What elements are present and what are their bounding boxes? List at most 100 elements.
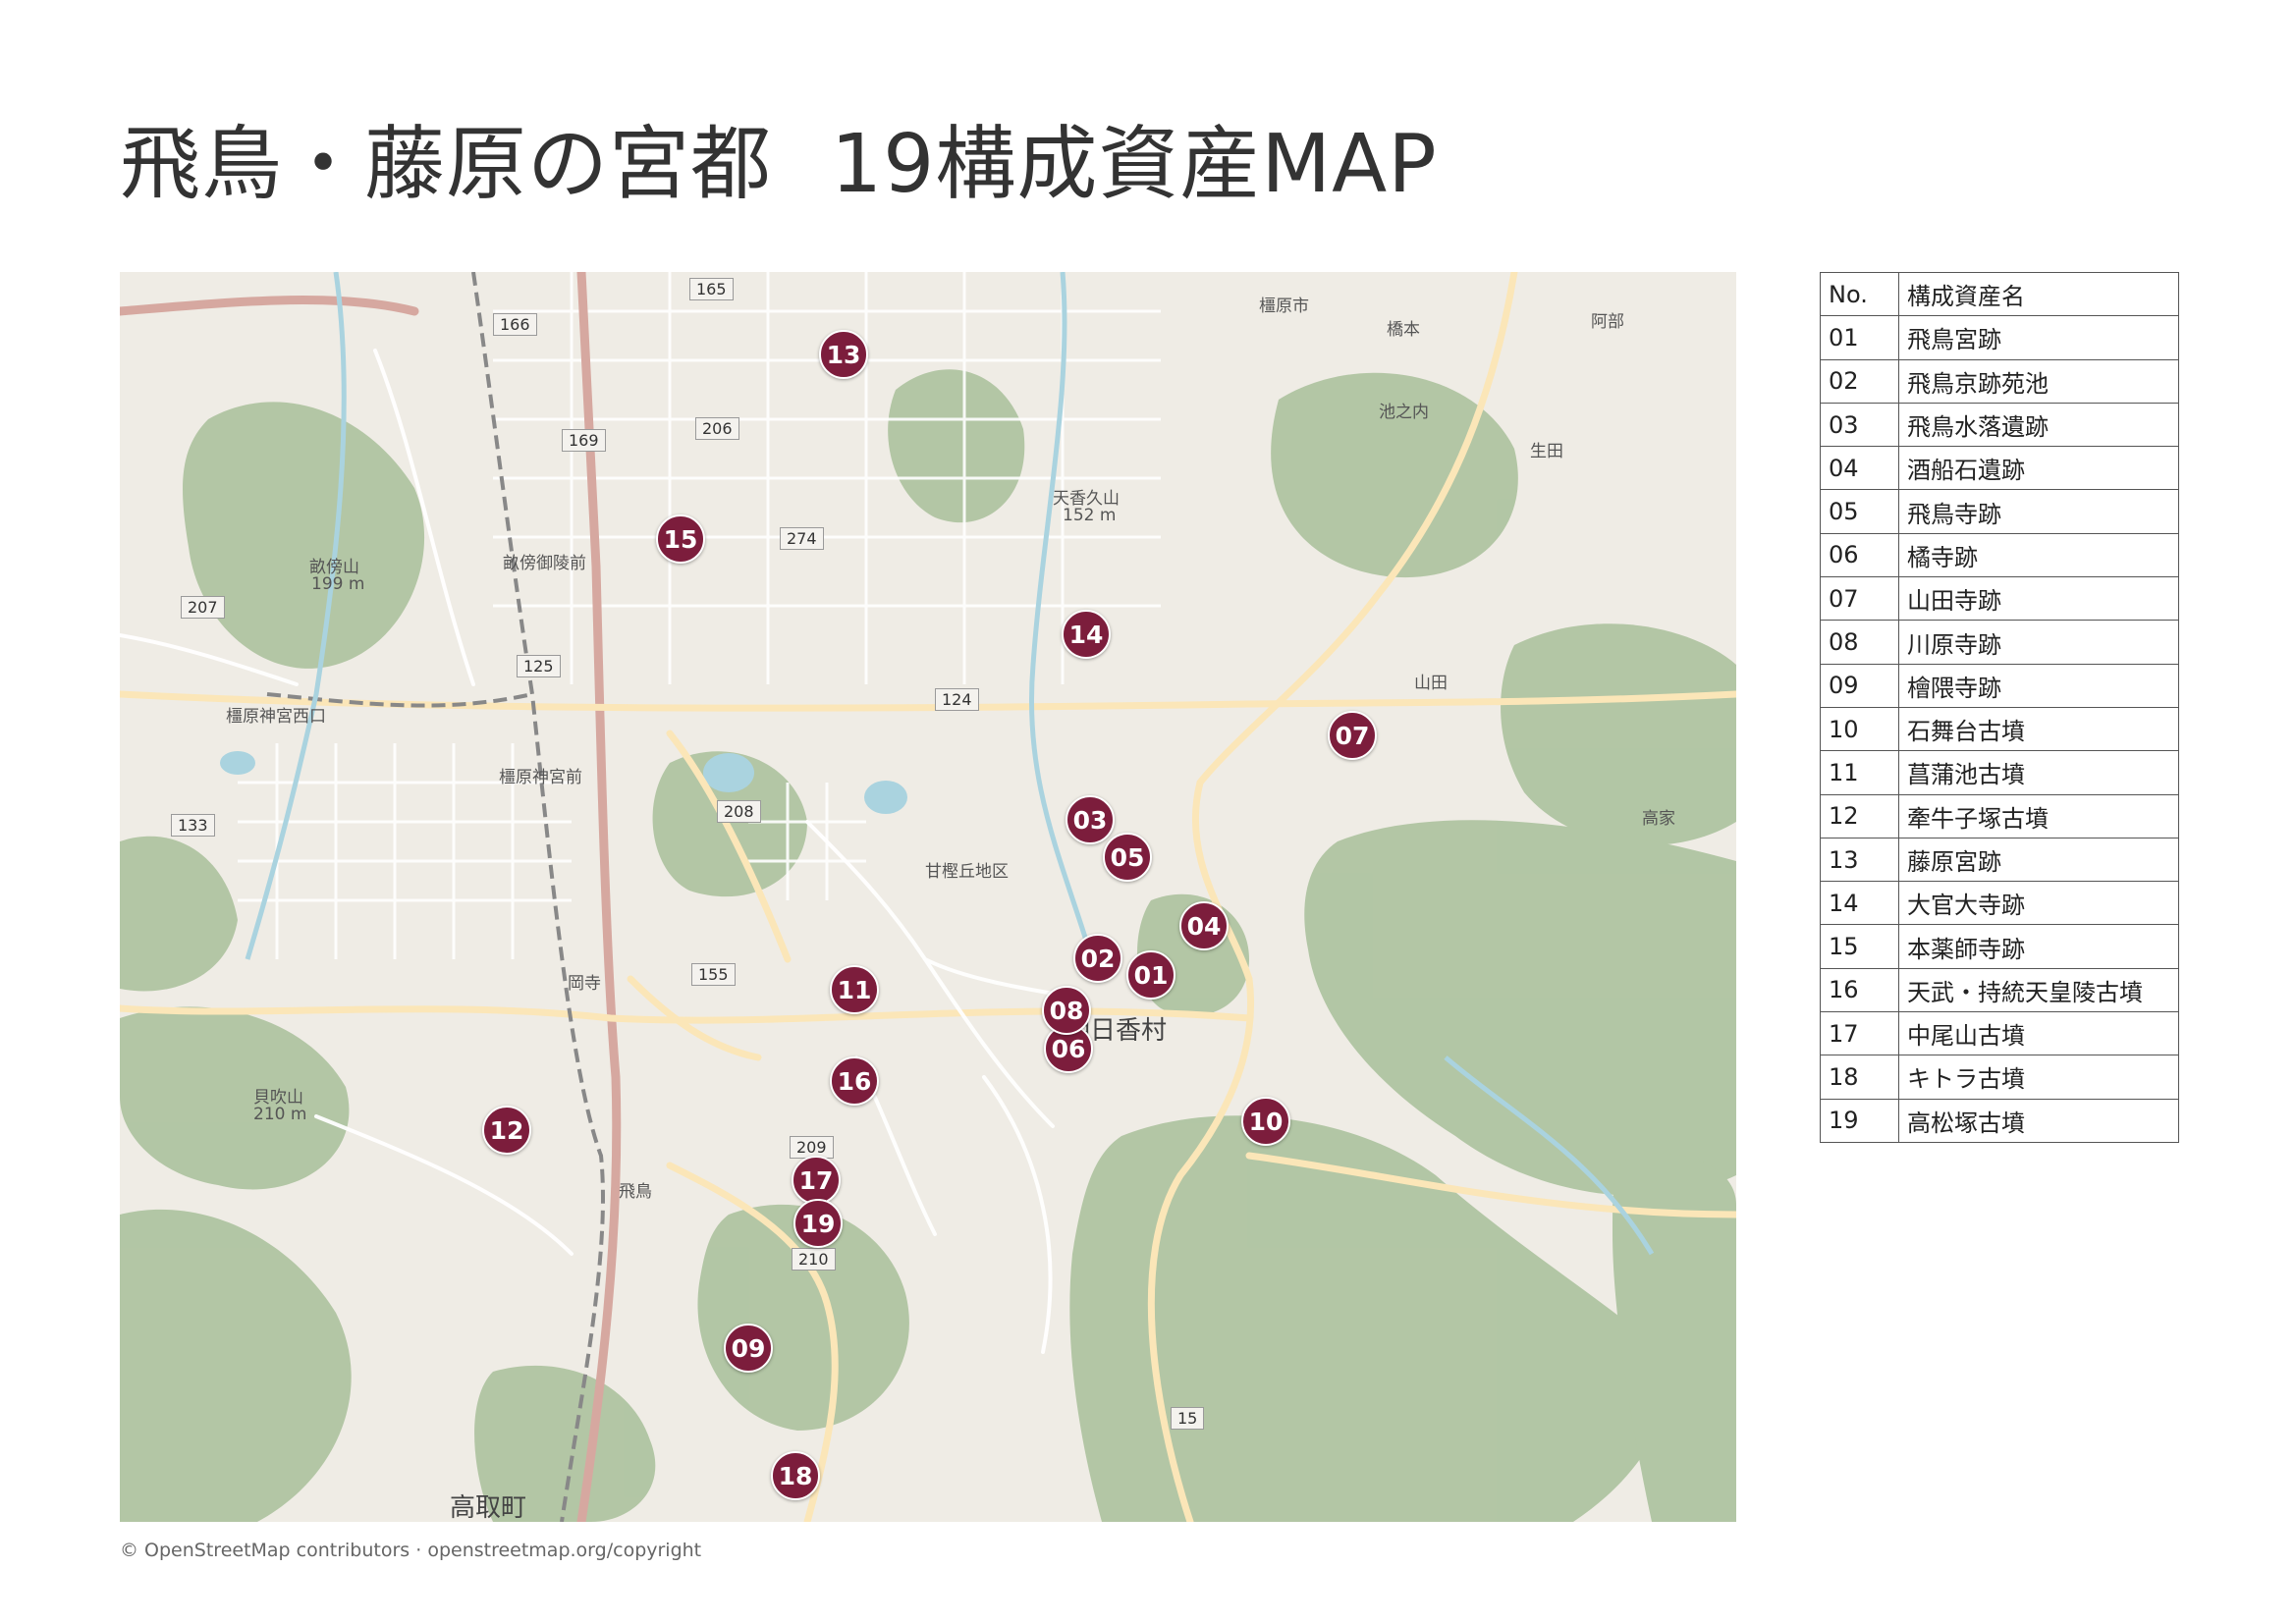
label-abe: 阿部 (1591, 312, 1624, 332)
legend-no: 06 (1820, 532, 1899, 578)
legend-no: 11 (1820, 750, 1899, 795)
site-marker-11[interactable]: 11 (830, 965, 879, 1014)
table-row: 08 川原寺跡 (1820, 620, 2179, 665)
road-shield: 208 (717, 800, 761, 823)
legend-name: 菖蒲池古墳 (1898, 750, 2179, 795)
legend-no: 12 (1820, 793, 1899, 839)
table-row: 18 キトラ古墳 (1820, 1055, 2179, 1100)
table-row: 12 牽牛子塚古墳 (1820, 793, 2179, 839)
legend-name: 檜隈寺跡 (1898, 663, 2179, 708)
table-row: 14 大官大寺跡 (1820, 881, 2179, 926)
site-marker-09[interactable]: 09 (724, 1324, 773, 1373)
road-shield: 124 (935, 688, 979, 711)
road-shield: 274 (780, 527, 824, 550)
legend-no: 18 (1820, 1055, 1899, 1100)
legend-name: 藤原宮跡 (1898, 837, 2179, 883)
legend-table: No. 構成資産名 01 飛鳥宮跡 02 飛鳥京跡苑池 03 飛鳥水落遺跡 04 酒船石… (1820, 271, 2179, 1143)
legend-no: 14 (1820, 881, 1899, 926)
table-row: 02 飛鳥京跡苑池 (1820, 358, 2179, 404)
site-marker-13[interactable]: 13 (819, 330, 868, 379)
road-shield: 15 (1171, 1407, 1205, 1430)
table-row: 07 山田寺跡 (1820, 576, 2179, 622)
road-shield: 206 (695, 417, 739, 440)
site-marker-19[interactable]: 19 (793, 1199, 843, 1248)
site-marker-01[interactable]: 01 (1126, 950, 1175, 1000)
table-row: 17 中尾山古墳 (1820, 1011, 2179, 1056)
label-amanokaguyama-elev: 152 m (1063, 506, 1117, 525)
forest-areas (120, 369, 1736, 1522)
site-marker-05[interactable]: 05 (1103, 833, 1152, 882)
legend-name: 酒船石遺跡 (1898, 446, 2179, 491)
legend-name: 本薬師寺跡 (1898, 924, 2179, 969)
road-shield: 125 (517, 655, 561, 677)
page: 飛鳥・藤原の宮都 19構成資産MAP 明日香村 高取町 飛鳥 橿原市 天香久山 … (0, 0, 2296, 1623)
legend-name: 牽牛子塚古墳 (1898, 793, 2179, 839)
legend-no: 08 (1820, 620, 1899, 665)
legend-no: 04 (1820, 446, 1899, 491)
road-shield: 166 (493, 313, 537, 336)
legend-name: 中尾山古墳 (1898, 1011, 2179, 1056)
site-marker-18[interactable]: 18 (771, 1451, 820, 1500)
site-marker-08[interactable]: 08 (1042, 986, 1091, 1035)
legend-header-name: 構成資産名 (1898, 271, 2179, 317)
label-kashihara: 橿原市 (1259, 297, 1309, 316)
title-sub: 19構成資産MAP (831, 118, 1438, 211)
legend-name: 飛鳥宮跡 (1898, 315, 2179, 360)
site-marker-03[interactable]: 03 (1066, 795, 1115, 844)
label-yamada: 山田 (1414, 674, 1448, 693)
legend-name: 川原寺跡 (1898, 620, 2179, 665)
legend-no: 10 (1820, 706, 1899, 752)
table-row: 04 酒船石遺跡 (1820, 446, 2179, 491)
site-marker-04[interactable]: 04 (1179, 901, 1229, 950)
legend-no: 09 (1820, 663, 1899, 708)
site-marker-16[interactable]: 16 (830, 1056, 879, 1106)
legend-no: 16 (1820, 967, 1899, 1013)
label-kashiharajingu-nishi: 橿原神宮西口 (226, 707, 326, 727)
table-row: 05 飛鳥寺跡 (1820, 489, 2179, 534)
table-row: 16 天武・持統天皇陵古墳 (1820, 967, 2179, 1013)
road-shield: 207 (181, 596, 225, 619)
site-marker-02[interactable]: 02 (1073, 934, 1122, 983)
site-marker-12[interactable]: 12 (482, 1106, 531, 1155)
legend-name: 石舞台古墳 (1898, 706, 2179, 752)
legend-no: 19 (1820, 1098, 1899, 1143)
label-okadera: 岡寺 (568, 974, 601, 994)
table-row: 19 高松塚古墳 (1820, 1098, 2179, 1143)
legend-name: キトラ古墳 (1898, 1055, 2179, 1100)
table-row: 11 菖蒲池古墳 (1820, 750, 2179, 795)
table-row: 06 橘寺跡 (1820, 532, 2179, 578)
table-row: 01 飛鳥宮跡 (1820, 315, 2179, 360)
legend-no: 17 (1820, 1011, 1899, 1056)
label-asuka: 飛鳥 (619, 1182, 652, 1202)
legend-no: 13 (1820, 837, 1899, 883)
label-takaie: 高家 (1642, 809, 1675, 829)
site-marker-07[interactable]: 07 (1328, 711, 1377, 760)
label-unebigoryo-mae: 畝傍御陵前 (503, 554, 586, 573)
label-kaibukiyama-elev: 210 m (253, 1105, 307, 1124)
page-title: 飛鳥・藤原の宮都 19構成資産MAP (120, 98, 1438, 215)
table-row: 09 檜隈寺跡 (1820, 663, 2179, 708)
table-row: 03 飛鳥水落遺跡 (1820, 402, 2179, 448)
legend-no: 07 (1820, 576, 1899, 622)
site-marker-14[interactable]: 14 (1062, 610, 1111, 659)
site-marker-15[interactable]: 15 (656, 514, 705, 564)
legend-name: 橘寺跡 (1898, 532, 2179, 578)
label-ikenouchi: 池之内 (1379, 403, 1429, 422)
label-hashimoto: 橋本 (1387, 320, 1420, 340)
map-panel[interactable]: 明日香村 高取町 飛鳥 橿原市 天香久山 152 m 畝傍山 199 m 橋本 … (120, 272, 1736, 1522)
legend-name: 山田寺跡 (1898, 576, 2179, 622)
site-marker-17[interactable]: 17 (792, 1156, 841, 1205)
table-row: 15 本薬師寺跡 (1820, 924, 2179, 969)
road-shield: 155 (691, 963, 736, 986)
legend-no: 05 (1820, 489, 1899, 534)
table-row: 13 藤原宮跡 (1820, 837, 2179, 883)
label-unebiyama-elev: 199 m (311, 574, 365, 594)
legend-name: 飛鳥水落遺跡 (1898, 402, 2179, 448)
legend-no: 02 (1820, 358, 1899, 404)
road-shield: 165 (689, 278, 734, 300)
legend-no: 01 (1820, 315, 1899, 360)
road-shield: 210 (792, 1248, 836, 1271)
map-attribution[interactable]: © OpenStreetMap contributors · openstree… (120, 1540, 701, 1561)
site-marker-10[interactable]: 10 (1241, 1097, 1290, 1146)
map-basemap (120, 272, 1736, 1522)
